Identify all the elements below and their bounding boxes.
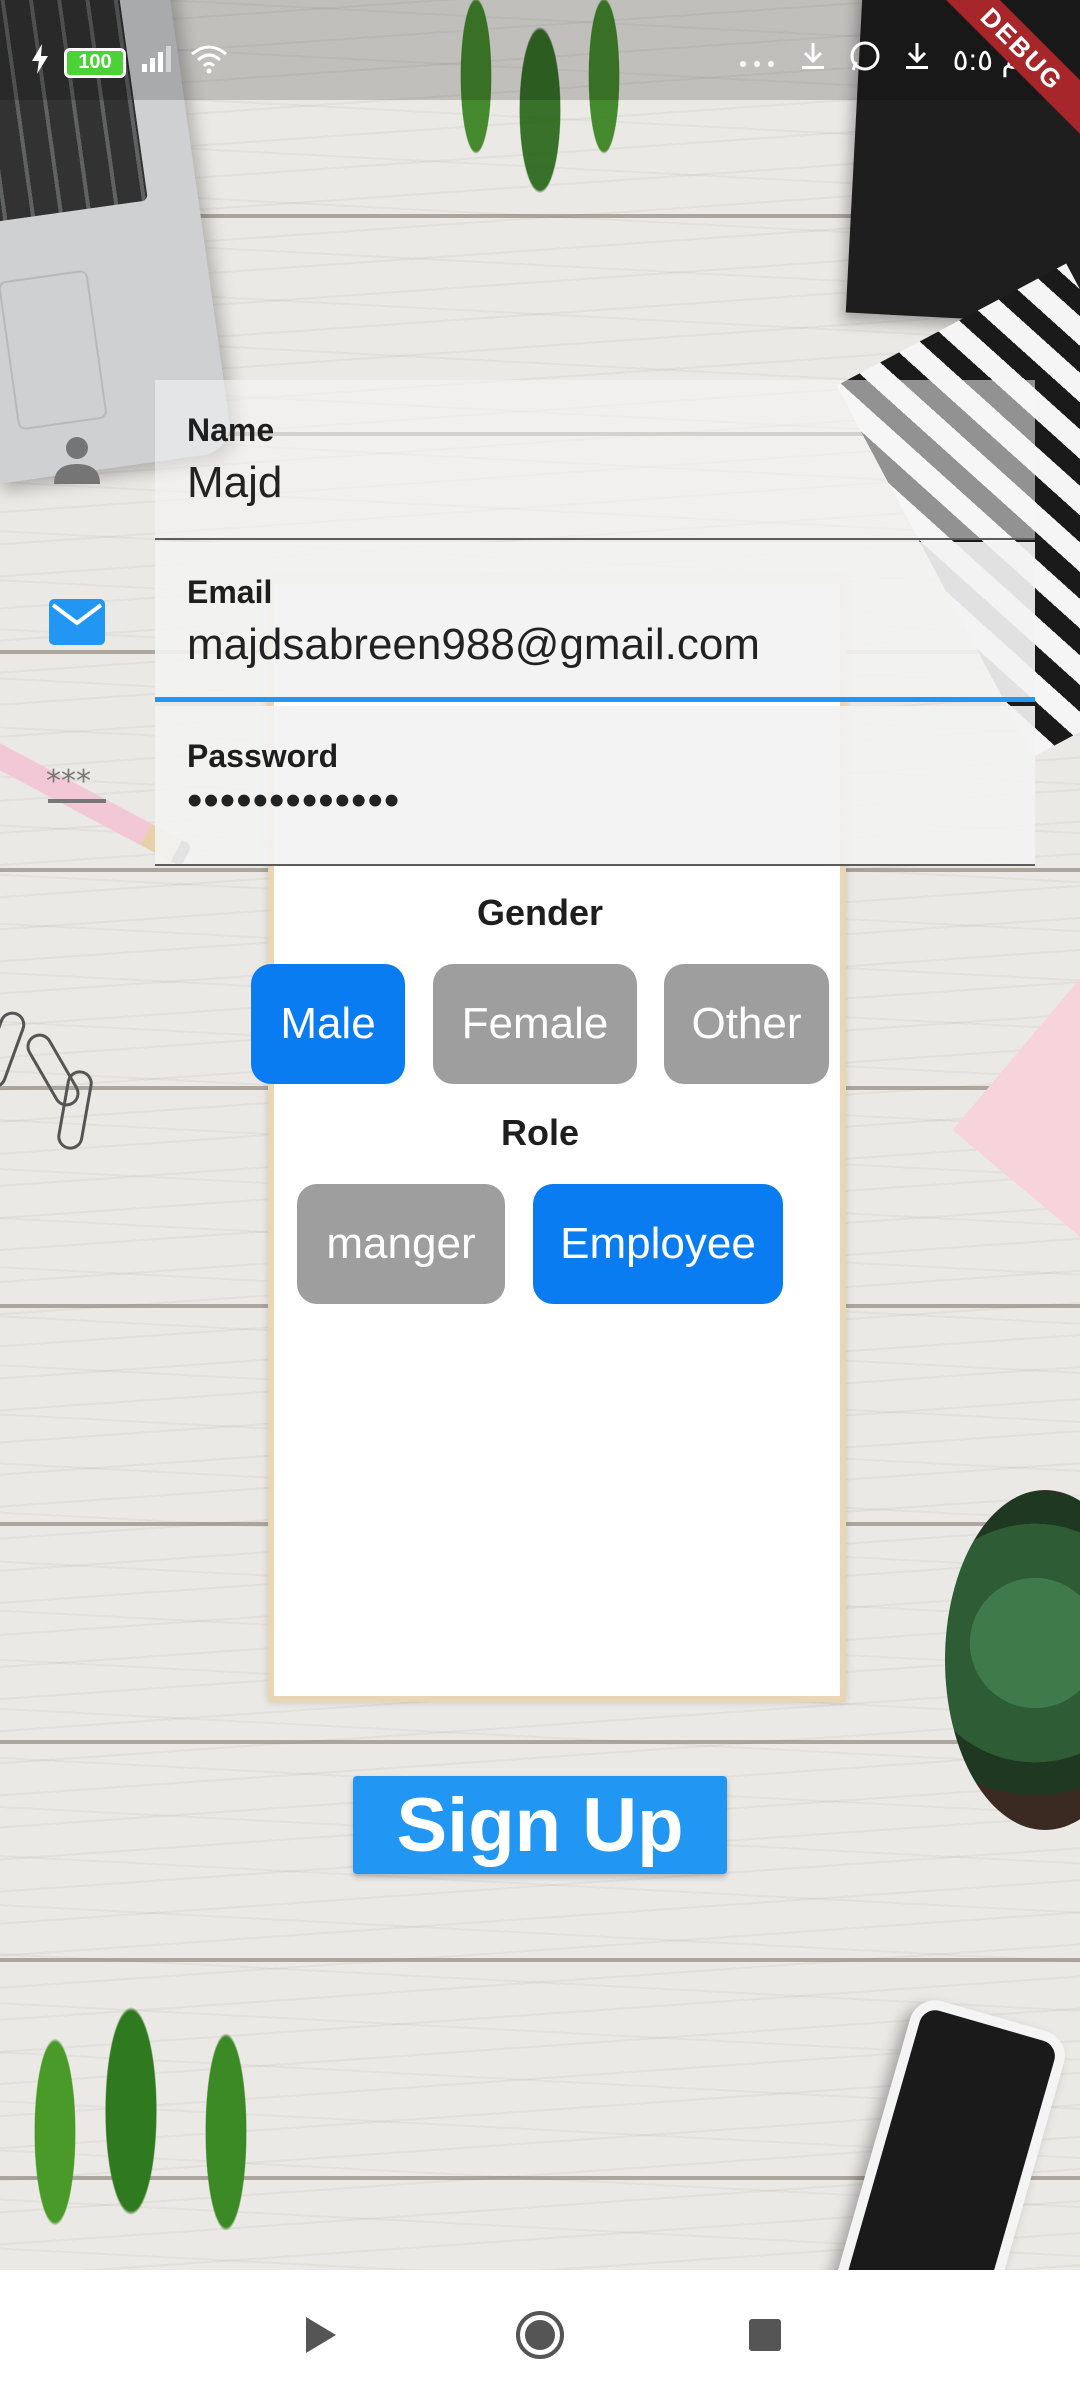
role-manager-button[interactable]: manger	[297, 1184, 505, 1304]
whatsapp-icon	[849, 40, 881, 80]
mail-icon	[42, 587, 112, 657]
svg-text:***: ***	[46, 767, 91, 799]
name-input[interactable]: Majd	[187, 458, 282, 508]
role-title: Role	[500, 1112, 579, 1153]
role-employee-button[interactable]: Employee	[533, 1184, 783, 1304]
navigation-bar	[0, 2270, 1080, 2400]
email-label: Email	[187, 574, 273, 610]
gender-male-button[interactable]: Male	[251, 964, 405, 1084]
email-input[interactable]: majdsabreen988@gmail.com	[187, 620, 760, 670]
plant-decoration	[0, 1880, 340, 2270]
password-label: Password	[187, 738, 339, 774]
password-icon: ***	[42, 752, 112, 822]
sign-up-button[interactable]: Sign Up	[353, 1776, 727, 1874]
name-field[interactable]: Name Majd	[155, 380, 1035, 540]
gender-title: Gender	[476, 892, 604, 933]
download-icon	[799, 41, 827, 79]
recents-icon[interactable]	[740, 2310, 790, 2360]
phone-decoration	[828, 1994, 1072, 2270]
name-label: Name	[187, 412, 275, 448]
email-field[interactable]: Email majdsabreen988@gmail.com	[155, 542, 1035, 702]
more-icon	[737, 43, 777, 77]
home-icon[interactable]	[515, 2310, 565, 2360]
signal-icon	[140, 44, 176, 81]
person-icon	[42, 425, 112, 495]
sticky-note-decoration	[952, 961, 1080, 1259]
download-icon	[903, 41, 931, 79]
wifi-icon	[190, 44, 228, 81]
password-field[interactable]: Password •••••••••••••	[155, 706, 1035, 866]
password-input[interactable]: •••••••••••••	[187, 776, 400, 826]
gender-other-button[interactable]: Other	[664, 964, 829, 1084]
battery-icon: 100	[64, 47, 126, 78]
status-bar: 100 م ٥:٥ DEBUG	[0, 0, 1080, 148]
succulent-decoration	[945, 1490, 1080, 1830]
gender-female-button[interactable]: Female	[433, 964, 637, 1084]
charging-icon	[30, 44, 50, 81]
back-icon[interactable]	[295, 2310, 345, 2360]
paperclip-decoration	[0, 1007, 29, 1093]
